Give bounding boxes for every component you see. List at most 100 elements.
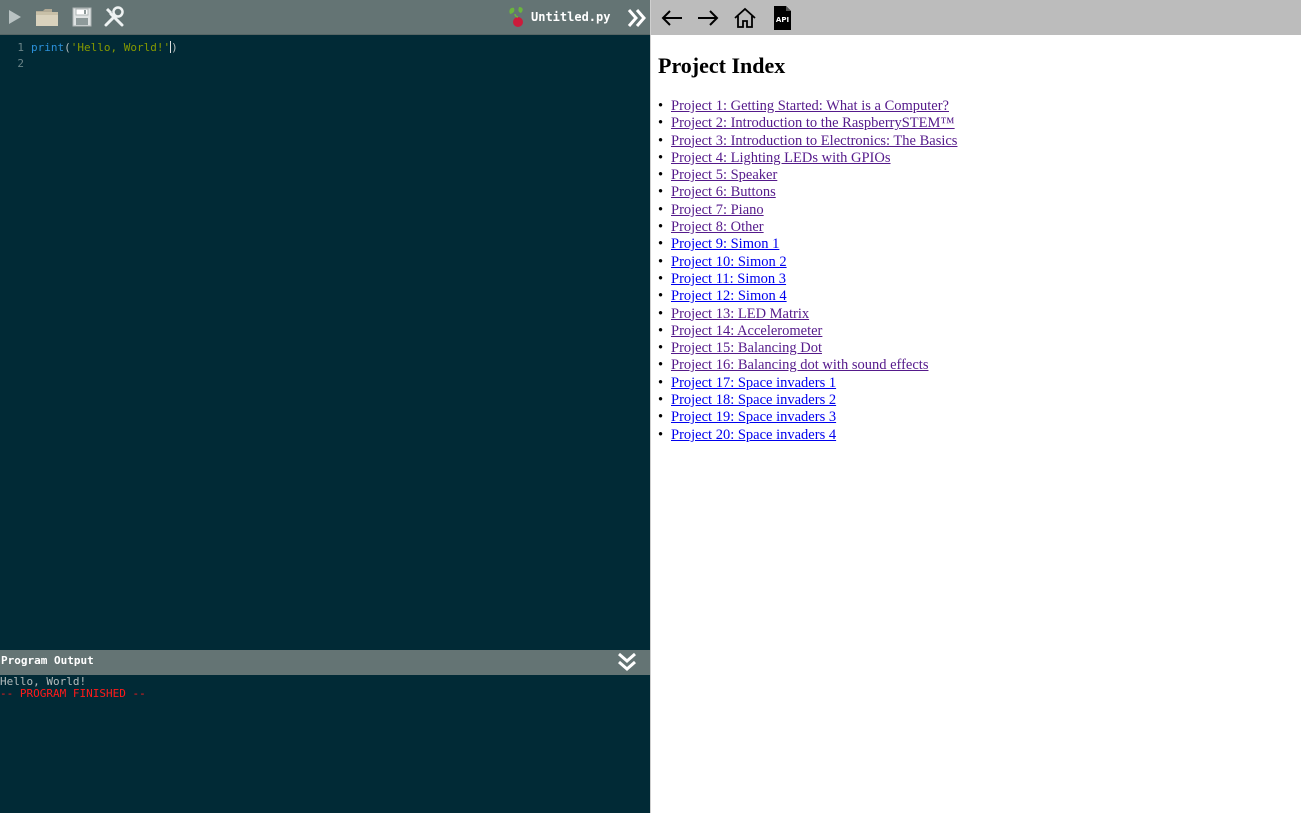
project-link[interactable]: Project 8: Other bbox=[671, 219, 764, 235]
project-link[interactable]: Project 4: Lighting LEDs with GPIOs bbox=[671, 150, 891, 166]
editor-toolbar: Untitled.py bbox=[0, 0, 650, 35]
bullet: • bbox=[658, 167, 664, 184]
bullet: • bbox=[658, 219, 664, 236]
bullet: • bbox=[658, 322, 664, 339]
bullet: • bbox=[658, 409, 664, 426]
project-link[interactable]: Project 3: Introduction to Electronics: … bbox=[671, 133, 957, 149]
list-item: • Project 2: Introduction to the Raspberr… bbox=[658, 115, 1301, 132]
bullet: • bbox=[658, 115, 664, 132]
list-item: • Project 11: Simon 3 bbox=[658, 271, 1301, 288]
code-line: 2 bbox=[0, 56, 650, 72]
bullet: • bbox=[658, 184, 664, 201]
collapse-editor-button[interactable] bbox=[624, 5, 650, 31]
bullet: • bbox=[658, 236, 664, 253]
back-button[interactable] bbox=[657, 4, 687, 32]
code-token-string: 'Hello, World!' bbox=[70, 41, 171, 54]
raspberry-pi-icon bbox=[509, 7, 523, 27]
list-item: • Project 12: Simon 4 bbox=[658, 288, 1301, 305]
document-content: Project Index • Project 1: Getting Starte… bbox=[651, 36, 1301, 813]
save-button[interactable] bbox=[68, 4, 96, 30]
file-name: Untitled.py bbox=[531, 10, 611, 24]
bullet: • bbox=[658, 270, 664, 287]
project-link[interactable]: Project 12: Simon 4 bbox=[671, 288, 787, 304]
list-item: • Project 10: Simon 2 bbox=[658, 254, 1301, 271]
project-link[interactable]: Project 16: Balancing dot with sound eff… bbox=[671, 357, 928, 373]
tools-icon bbox=[104, 6, 124, 27]
editor-pane: Untitled.py 1 print('Hello, World!') 2 P… bbox=[0, 0, 650, 813]
page-title: Project Index bbox=[658, 53, 786, 78]
bullet: • bbox=[658, 201, 664, 218]
api-button[interactable]: API bbox=[767, 4, 797, 32]
list-item: • Project 13: LED Matrix bbox=[658, 306, 1301, 323]
output-console: Hello, World! -- PROGRAM FINISHED -- bbox=[0, 675, 650, 813]
api-document-icon: API bbox=[774, 6, 791, 30]
project-link[interactable]: Project 20: Space invaders 4 bbox=[671, 427, 836, 443]
list-item: • Project 9: Simon 1 bbox=[658, 236, 1301, 253]
run-button[interactable] bbox=[1, 4, 29, 30]
project-link[interactable]: Project 15: Balancing Dot bbox=[671, 340, 822, 356]
project-link[interactable]: Project 7: Piano bbox=[671, 202, 764, 218]
code-text: print('Hello, World!') bbox=[31, 40, 178, 56]
bullet: • bbox=[658, 392, 664, 409]
double-chevron-right-icon bbox=[627, 9, 646, 27]
play-icon bbox=[9, 10, 21, 24]
bullet: • bbox=[658, 426, 664, 443]
list-item: • Project 18: Space invaders 2 bbox=[658, 392, 1301, 409]
bullet: • bbox=[658, 374, 664, 391]
project-link[interactable]: Project 6: Buttons bbox=[671, 184, 776, 200]
code-line: 1 print('Hello, World!') bbox=[0, 40, 650, 56]
line-number: 1 bbox=[17, 41, 24, 54]
project-link[interactable]: Project 13: LED Matrix bbox=[671, 306, 809, 322]
api-icon-label: API bbox=[776, 16, 789, 24]
browser-pane: API Project Index • Project 1: Getting St… bbox=[651, 0, 1301, 813]
code-editor[interactable]: 1 print('Hello, World!') 2 bbox=[0, 36, 650, 650]
bullet: • bbox=[658, 305, 664, 322]
project-link[interactable]: Project 5: Speaker bbox=[671, 167, 777, 183]
project-link[interactable]: Project 2: Introduction to the Raspberry… bbox=[671, 115, 955, 131]
list-item: • Project 7: Piano bbox=[658, 202, 1301, 219]
output-title: Program Output bbox=[1, 654, 94, 667]
bullet: • bbox=[658, 340, 664, 357]
folder-icon bbox=[36, 9, 58, 26]
output-finished-line: -- PROGRAM FINISHED -- bbox=[0, 687, 146, 700]
collapse-output-button[interactable] bbox=[614, 650, 640, 674]
project-link[interactable]: Project 19: Space invaders 3 bbox=[671, 409, 836, 425]
code-token-paren-close: ) bbox=[171, 41, 178, 54]
project-link[interactable]: Project 14: Accelerometer bbox=[671, 323, 822, 339]
list-item: • Project 6: Buttons bbox=[658, 184, 1301, 201]
list-item: • Project 5: Speaker bbox=[658, 167, 1301, 184]
file-tab[interactable]: Untitled.py bbox=[505, 4, 610, 30]
list-item: • Project 20: Space invaders 4 bbox=[658, 427, 1301, 444]
line-number: 2 bbox=[17, 57, 24, 70]
bullet: • bbox=[658, 357, 664, 374]
home-button[interactable] bbox=[730, 4, 760, 32]
browser-toolbar: API bbox=[651, 0, 1301, 35]
project-link[interactable]: Project 11: Simon 3 bbox=[671, 271, 786, 287]
list-item: • Project 4: Lighting LEDs with GPIOs bbox=[658, 150, 1301, 167]
project-link[interactable]: Project 1: Getting Started: What is a Co… bbox=[671, 98, 949, 114]
bullet: • bbox=[658, 149, 664, 166]
code-token-function: print bbox=[31, 41, 65, 54]
project-link[interactable]: Project 18: Space invaders 2 bbox=[671, 392, 836, 408]
home-icon bbox=[734, 7, 756, 28]
project-link[interactable]: Project 17: Space invaders 1 bbox=[671, 375, 836, 391]
project-link[interactable]: Project 9: Simon 1 bbox=[671, 236, 779, 252]
bullet: • bbox=[658, 253, 664, 270]
floppy-disk-icon bbox=[72, 7, 92, 27]
project-link[interactable]: Project 10: Simon 2 bbox=[671, 254, 787, 270]
code-token-paren-open: ( bbox=[64, 41, 71, 54]
project-list: • Project 1: Getting Started: What is a C… bbox=[658, 98, 1301, 444]
forward-button[interactable] bbox=[693, 4, 723, 32]
open-button[interactable] bbox=[33, 4, 61, 30]
double-chevron-down-icon bbox=[618, 652, 636, 671]
list-item: • Project 19: Space invaders 3 bbox=[658, 409, 1301, 426]
list-item: • Project 3: Introduction to Electronics:… bbox=[658, 133, 1301, 150]
bullet: • bbox=[658, 132, 664, 149]
list-item: • Project 16: Balancing dot with sound ef… bbox=[658, 357, 1301, 374]
settings-button[interactable] bbox=[100, 4, 128, 30]
list-item: • Project 15: Balancing Dot bbox=[658, 340, 1301, 357]
output-header: Program Output bbox=[0, 650, 650, 675]
list-item: • Project 8: Other bbox=[658, 219, 1301, 236]
bullet: • bbox=[658, 98, 664, 114]
list-item: • Project 17: Space invaders 1 bbox=[658, 375, 1301, 392]
